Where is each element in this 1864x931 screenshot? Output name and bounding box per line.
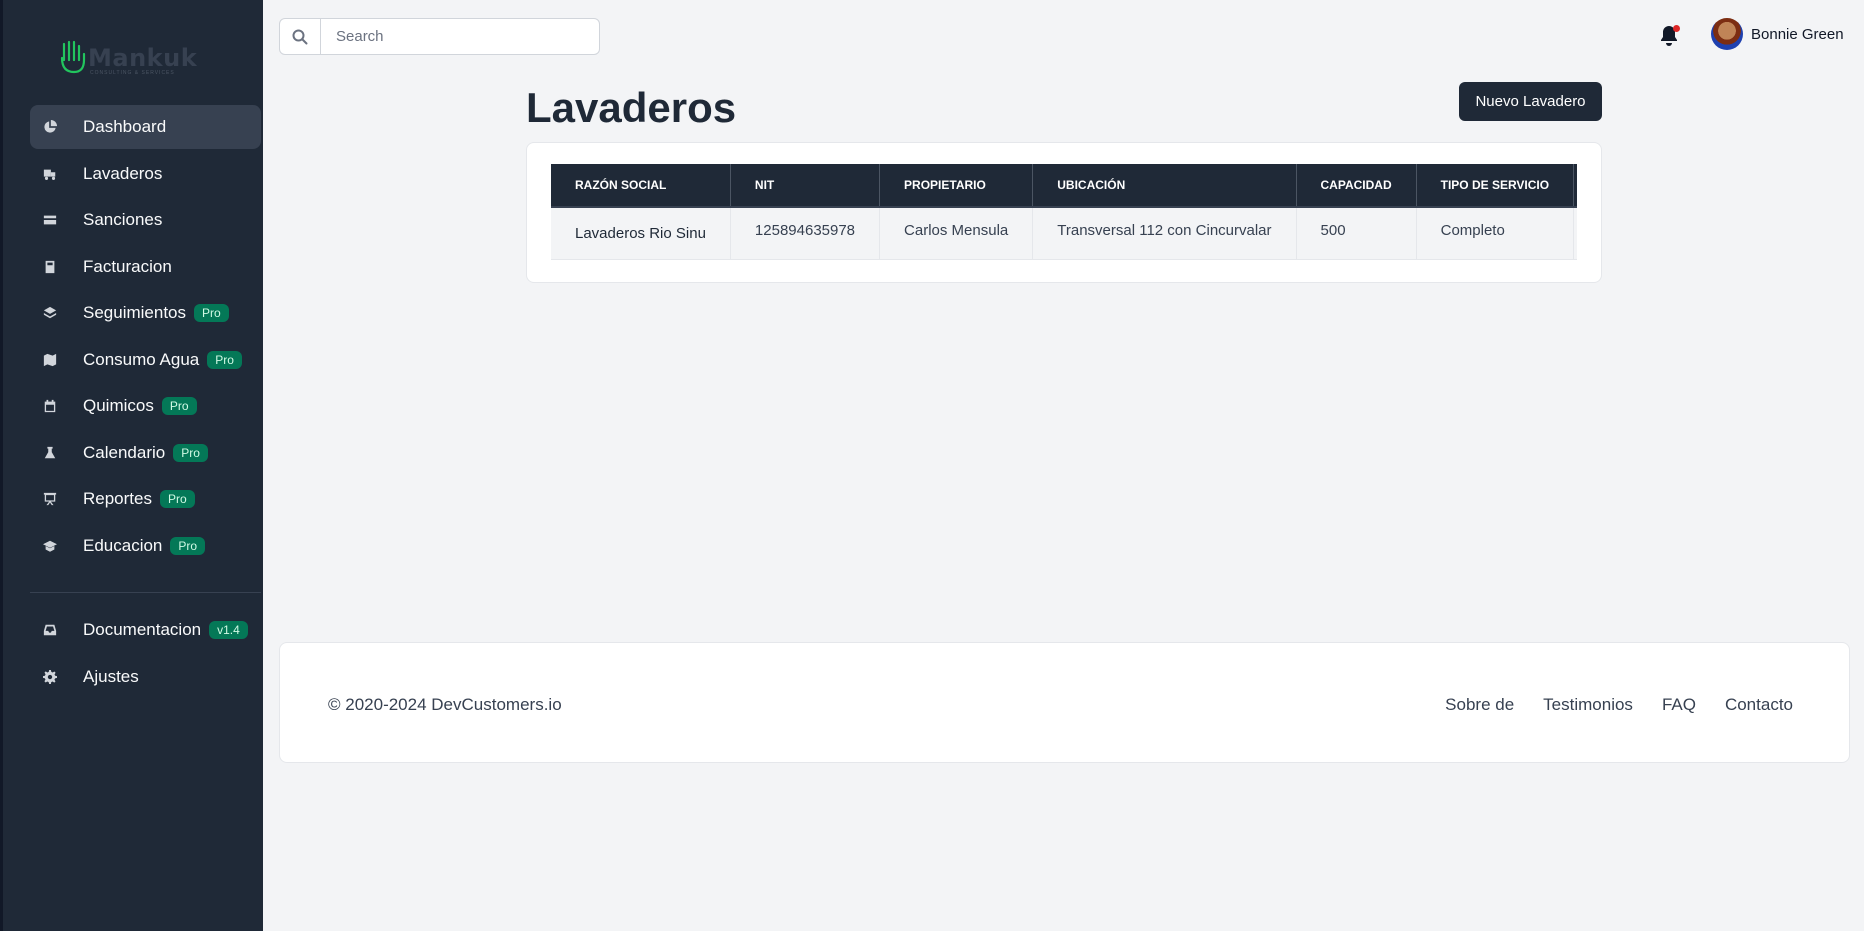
cell-razon-social: Lavaderos Rio Sinu [551,207,731,260]
column-header-capacidad[interactable]: CAPACIDAD [1296,164,1417,208]
pro-badge: Pro [173,443,208,462]
avatar [1711,18,1743,50]
table-header-row: RAZÓN SOCIAL NIT PROPIETARIO UBICACIÓN C… [551,164,1577,208]
sidebar-item-dashboard[interactable]: Dashboard [30,105,261,149]
footer-link-sobre-de[interactable]: Sobre de [1445,695,1514,715]
column-header-tipo-servicio[interactable]: TIPO DE SERVICIO [1416,164,1575,208]
column-header-ubicacion[interactable]: UBICACIÓN [1032,164,1297,208]
version-badge: v1.4 [209,621,248,639]
search-input[interactable] [336,28,586,45]
sidebar-item-educacion[interactable]: Educacion Pro [30,524,261,568]
presentation-chart-icon [42,491,58,507]
cell-ubicacion: Transversal 112 con Cincurvalar [1032,207,1297,260]
column-header-extra [1573,164,1577,208]
sidebar: Mankuk CONSULTING & SERVICES Dashboard L… [0,0,263,931]
pro-badge: Pro [159,490,195,508]
user-name: Bonnie Green [1751,25,1844,43]
calendar-icon [42,398,58,414]
page-title: Lavaderos [526,84,737,131]
calculator-icon [42,259,58,275]
search-bar [279,18,600,55]
layers-icon [42,305,58,321]
copyright-text: © 2020-2024 DevCustomers.io [328,695,562,714]
sidebar-divider [30,592,261,593]
table-row[interactable]: Lavaderos Rio Sinu 125894635978 Carlos M… [551,207,1577,260]
credit-card-icon [42,212,58,228]
cell-extra [1573,207,1577,260]
sidebar-item-seguimientos[interactable]: Seguimientos Pro [30,291,261,335]
user-menu[interactable]: Bonnie Green [1711,18,1844,50]
lavaderos-table-card: RAZÓN SOCIAL NIT PROPIETARIO UBICACIÓN C… [526,142,1602,283]
footer-link-faq[interactable]: FAQ [1662,695,1696,715]
sidebar-item-documentacion[interactable]: Documentacion v1.4 [30,608,261,652]
footer-links: Sobre de Testimonios FAQ Contacto [1445,695,1793,715]
sidebar-item-sanciones[interactable]: Sanciones [30,198,261,242]
map-icon [42,352,58,368]
search-icon[interactable] [280,19,321,54]
lavaderos-table: RAZÓN SOCIAL NIT PROPIETARIO UBICACIÓN C… [551,164,1577,260]
footer: © 2020-2024 DevCustomers.io Sobre de Tes… [279,642,1850,763]
new-lavadero-button[interactable]: Nuevo Lavadero [1459,82,1602,121]
cell-capacidad: 500 [1296,207,1417,260]
notifications-bell-icon[interactable] [1659,25,1681,47]
pro-badge: Pro [207,350,242,369]
hand-logo-icon [60,40,86,74]
brand-name: Mankuk [88,44,198,72]
sidebar-item-reportes[interactable]: Reportes Pro [30,477,261,521]
footer-link-contacto[interactable]: Contacto [1725,695,1793,715]
brand-logo[interactable]: Mankuk CONSULTING & SERVICES [58,40,197,76]
sidebar-item-consumo-agua[interactable]: Consumo Agua Pro [30,338,261,382]
cog-icon [42,669,58,685]
brand-tagline: CONSULTING & SERVICES [90,70,175,76]
column-header-propietario[interactable]: PROPIETARIO [879,164,1034,208]
sidebar-nav: Dashboard Lavaderos Sanciones Facturacio… [30,105,261,570]
sidebar-secondary-nav: Documentacion v1.4 Ajustes [30,608,261,701]
academic-cap-icon [42,538,58,554]
notification-dot [1673,25,1680,32]
pro-badge: Pro [170,536,206,555]
cell-propietario: Carlos Mensula [879,207,1034,260]
flask-icon [42,445,58,461]
sidebar-item-facturacion[interactable]: Facturacion [30,245,261,289]
sidebar-item-quimicos[interactable]: Quimicos Pro [30,384,261,428]
column-header-nit[interactable]: NIT [730,164,881,208]
cell-tipo-servicio: Completo [1416,207,1575,260]
sidebar-item-calendario[interactable]: Calendario Pro [30,431,261,475]
table-scroll-container[interactable]: RAZÓN SOCIAL NIT PROPIETARIO UBICACIÓN C… [551,164,1577,261]
cell-nit: 125894635978 [730,207,881,260]
column-header-razon-social[interactable]: RAZÓN SOCIAL [551,164,731,208]
chart-pie-icon [42,119,58,135]
pro-badge: Pro [194,304,229,322]
truck-icon [42,166,58,182]
sidebar-item-ajustes[interactable]: Ajustes [30,655,261,699]
footer-link-testimonios[interactable]: Testimonios [1543,695,1633,715]
pro-badge: Pro [161,397,197,415]
inbox-icon [42,622,58,638]
sidebar-item-lavaderos[interactable]: Lavaderos [30,152,261,196]
